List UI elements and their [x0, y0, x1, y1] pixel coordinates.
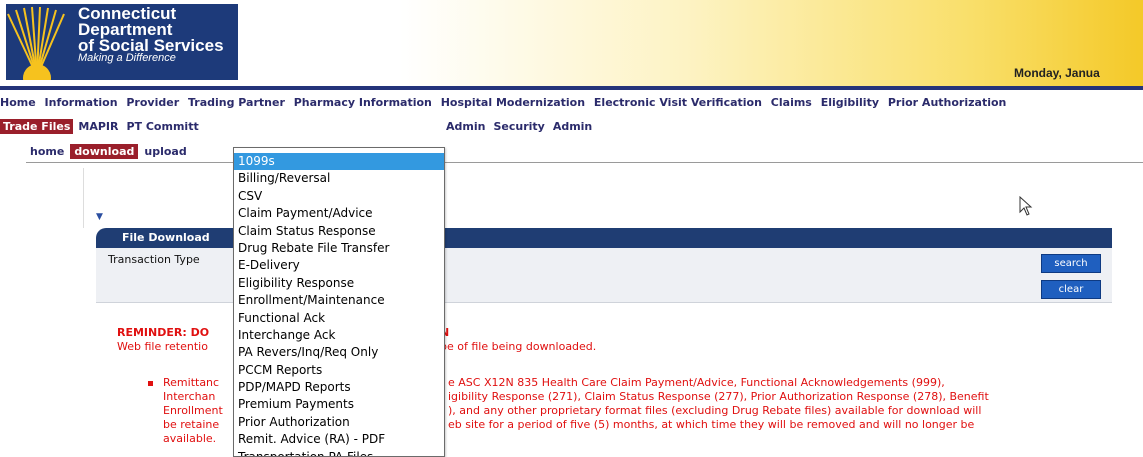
main-nav: Home Information Provider Trading Partne…: [0, 96, 1143, 114]
collapse-triangle-icon[interactable]: ▼: [96, 212, 103, 222]
subtab-home[interactable]: home: [26, 144, 68, 159]
nav-provider[interactable]: Provider: [126, 96, 179, 109]
tertiary-nav-divider: [26, 162, 1143, 163]
nav-claims[interactable]: Claims: [771, 96, 812, 109]
dropdown-option-billing-reversal[interactable]: Billing/Reversal: [234, 170, 444, 187]
tab-trade-files[interactable]: Trade Files: [0, 119, 74, 134]
mouse-pointer-icon: [1019, 195, 1033, 220]
tab-security-admin[interactable]: Admin: [550, 119, 595, 134]
secondary-nav-right: Admin Security Admin: [443, 119, 597, 137]
nav-electronic-visit-verification[interactable]: Electronic Visit Verification: [594, 96, 762, 109]
nav-pharmacy-information[interactable]: Pharmacy Information: [294, 96, 432, 109]
nav-information[interactable]: Information: [45, 96, 118, 109]
transaction-type-label: Transaction Type: [108, 253, 200, 266]
dropdown-option-prior-authorization[interactable]: Prior Authorization: [234, 414, 444, 431]
logo-title-line1: Connecticut Department: [78, 4, 177, 39]
nav-eligibility[interactable]: Eligibility: [821, 96, 879, 109]
dropdown-option-pccm-reports[interactable]: PCCM Reports: [234, 362, 444, 379]
transaction-type-dropdown[interactable]: 1099s Billing/Reversal CSV Claim Payment…: [233, 147, 445, 457]
dropdown-option-remit-advice-pdf[interactable]: Remit. Advice (RA) - PDF: [234, 431, 444, 448]
nav-trading-partner[interactable]: Trading Partner: [188, 96, 285, 109]
reminder-line-left: available.: [163, 432, 217, 445]
dropdown-option-1099s[interactable]: 1099s: [234, 153, 444, 171]
tab-security[interactable]: Security: [490, 119, 547, 134]
tab-mapir[interactable]: MAPIR: [75, 119, 121, 134]
content-divider: [83, 168, 84, 228]
reminder-heading: REMINDER: DO: [117, 326, 210, 339]
dropdown-option-premium-payments[interactable]: Premium Payments: [234, 396, 444, 413]
tab-pt-committee[interactable]: PT Committ: [123, 119, 201, 134]
dropdown-option-pa-revers-inq-req[interactable]: PA Revers/Inq/Req Only: [234, 344, 444, 361]
dropdown-option-eligibility-response[interactable]: Eligibility Response: [234, 275, 444, 292]
dropdown-option-csv[interactable]: CSV: [234, 188, 444, 205]
reminder-line-right: eb site for a period of five (5) months,…: [448, 418, 975, 431]
dropdown-option-transportation-pa-files[interactable]: Transportation PA Files: [234, 449, 444, 456]
reminder-line-left: be retaine: [163, 418, 220, 431]
panel-title: File Download: [122, 231, 210, 244]
current-date: Monday, Janua: [1014, 66, 1100, 80]
logo-title: Connecticut Department of Social Service…: [78, 4, 238, 54]
retention-text-suffix: pe of file being downloaded.: [440, 340, 597, 353]
dropdown-option-functional-ack[interactable]: Functional Ack: [234, 310, 444, 327]
dss-logo[interactable]: Connecticut Department of Social Service…: [6, 4, 238, 80]
search-button[interactable]: search: [1041, 254, 1101, 273]
dropdown-option-drug-rebate-file-transfer[interactable]: Drug Rebate File Transfer: [234, 240, 444, 257]
nav-hospital-modernization[interactable]: Hospital Modernization: [441, 96, 585, 109]
reminder-line-right: igibility Response (271), Claim Status R…: [448, 390, 989, 403]
dropdown-option-pdp-mapd-reports[interactable]: PDP/MAPD Reports: [234, 379, 444, 396]
dropdown-option-e-delivery[interactable]: E-Delivery: [234, 257, 444, 274]
sunburst-icon: [6, 4, 68, 80]
tab-admin[interactable]: Admin: [443, 119, 488, 134]
logo-tagline: Making a Difference: [78, 52, 176, 64]
banner-divider: [0, 86, 1143, 90]
dropdown-option-interchange-ack[interactable]: Interchange Ack: [234, 327, 444, 344]
secondary-nav: Trade Files MAPIR PT Committ: [0, 119, 204, 137]
retention-text: Web file retentio: [117, 340, 208, 353]
clear-button[interactable]: clear: [1041, 280, 1101, 299]
bullet-icon: [148, 381, 153, 386]
subtab-upload[interactable]: upload: [140, 144, 190, 159]
dropdown-option-enrollment-maintenance[interactable]: Enrollment/Maintenance: [234, 292, 444, 309]
reminder-line-left: Remittanc: [163, 376, 220, 389]
tertiary-nav: home download upload: [0, 144, 193, 159]
reminder-line-left: Interchan: [163, 390, 216, 403]
reminder-line-right: e ASC X12N 835 Health Care Claim Payment…: [448, 376, 945, 389]
nav-home[interactable]: Home: [0, 96, 36, 109]
subtab-download[interactable]: download: [70, 144, 139, 159]
reminder-line-right: ), and any other proprietary format file…: [448, 404, 982, 417]
dropdown-option-claim-payment-advice[interactable]: Claim Payment/Advice: [234, 205, 444, 222]
nav-prior-authorization[interactable]: Prior Authorization: [888, 96, 1007, 109]
reminder-line-left: Enrollment: [163, 404, 223, 417]
dropdown-option-claim-status-response[interactable]: Claim Status Response: [234, 223, 444, 240]
